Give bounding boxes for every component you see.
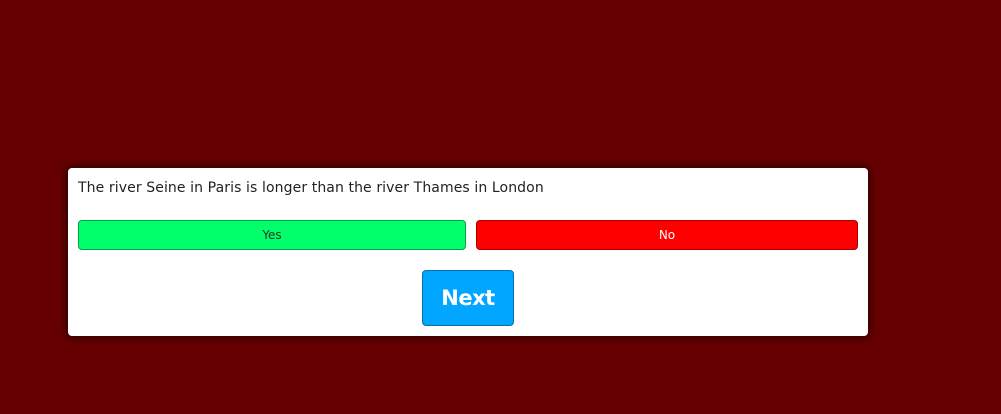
quiz-page: The river Seine in Paris is longer than … (0, 0, 1001, 414)
answer-yes-button[interactable]: Yes (78, 220, 466, 250)
next-button[interactable]: Next (422, 270, 514, 326)
quiz-card: The river Seine in Paris is longer than … (68, 168, 868, 336)
answer-no-button[interactable]: No (476, 220, 858, 250)
question-text: The river Seine in Paris is longer than … (78, 180, 544, 196)
